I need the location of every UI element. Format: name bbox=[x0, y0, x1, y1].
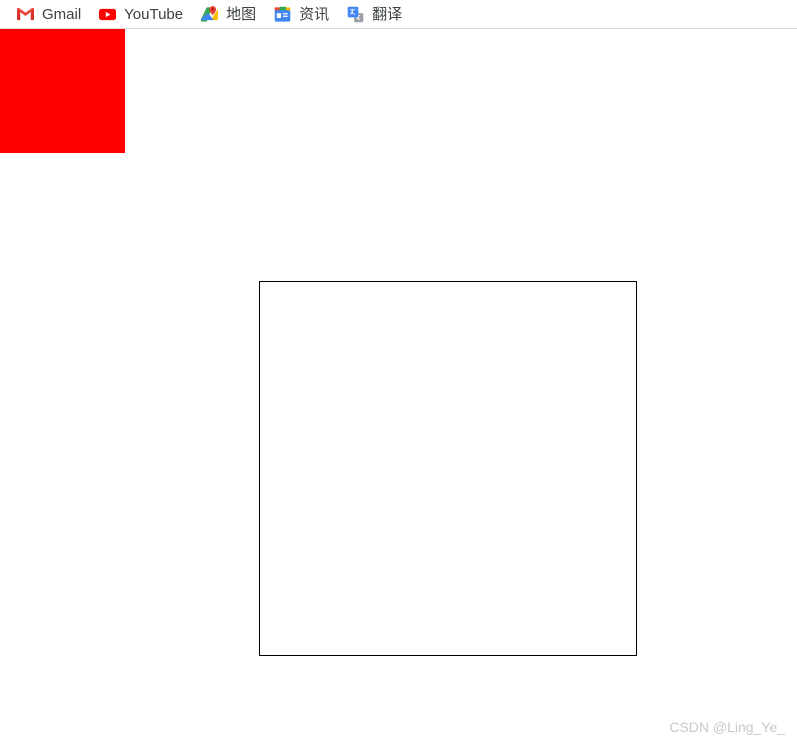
red-color-block bbox=[0, 29, 125, 153]
bookmark-translate[interactable]: 翻译 bbox=[347, 2, 402, 26]
bookmark-label: 地图 bbox=[226, 5, 257, 23]
watermark-text: CSDN @Ling_Ye_ bbox=[669, 719, 785, 735]
news-icon bbox=[274, 6, 291, 23]
gmail-icon bbox=[17, 6, 34, 23]
maps-icon bbox=[201, 5, 219, 23]
bookmarks-bar: Gmail YouTube 地图 资讯 翻译 bbox=[0, 0, 797, 29]
bookmark-maps[interactable]: 地图 bbox=[201, 2, 256, 26]
bookmark-label: 资讯 bbox=[299, 5, 330, 23]
bookmark-label: 翻译 bbox=[372, 5, 403, 23]
bookmark-news[interactable]: 资讯 bbox=[274, 2, 329, 26]
bookmark-gmail[interactable]: Gmail bbox=[17, 2, 81, 26]
bookmark-label: Gmail bbox=[42, 5, 82, 23]
empty-outlined-box bbox=[259, 281, 637, 656]
bookmark-youtube[interactable]: YouTube bbox=[99, 2, 183, 26]
youtube-icon bbox=[99, 6, 117, 23]
bookmark-label: YouTube bbox=[124, 5, 184, 23]
translate-icon bbox=[347, 6, 364, 23]
